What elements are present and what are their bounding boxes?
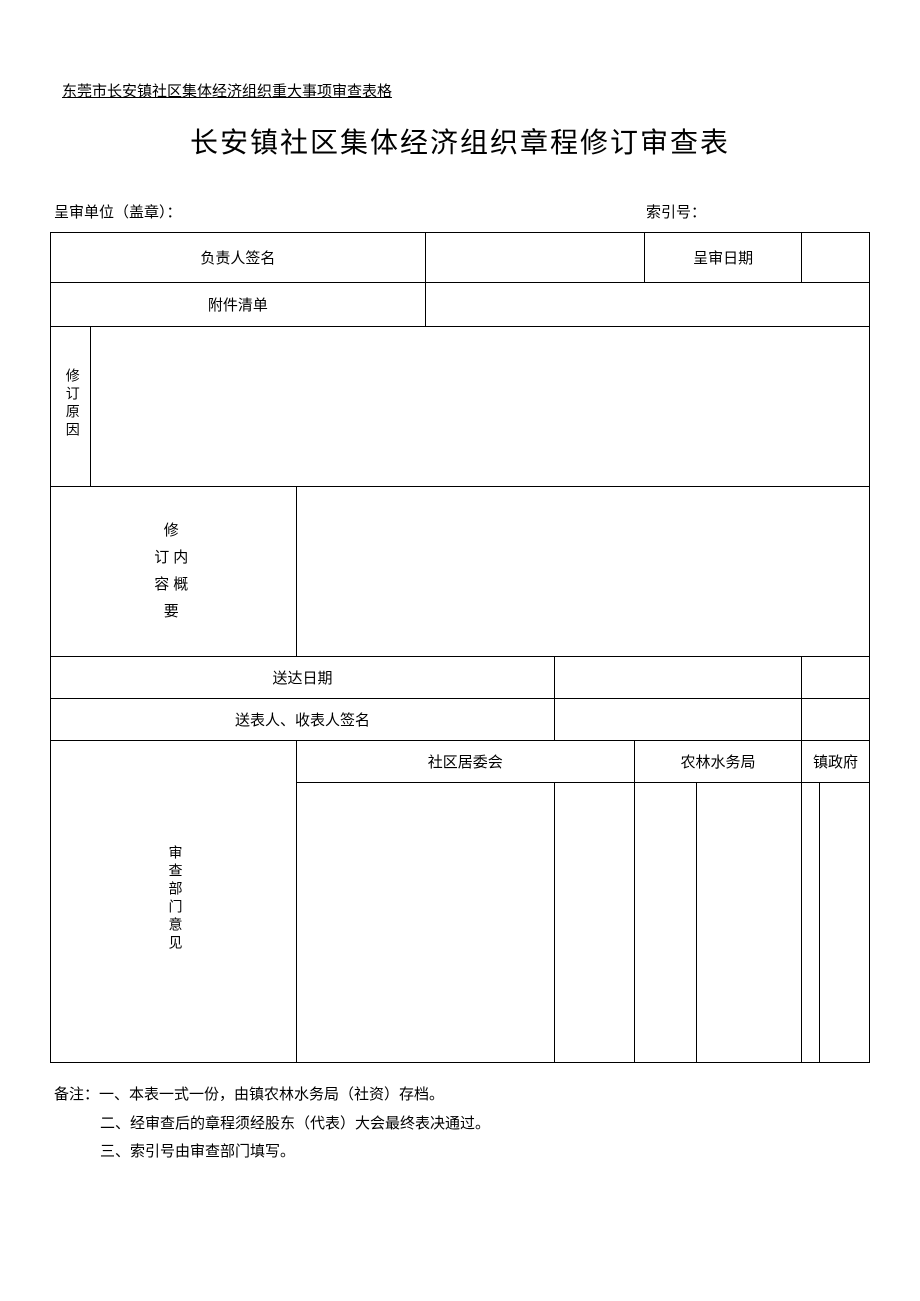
note-line-1: 一、本表一式一份，由镇农林水务局（社资）存档。 [99, 1081, 444, 1110]
document-title: 长安镇社区集体经济组织章程修订审查表 [50, 121, 870, 161]
row-deliverer-signature: 送表人、收表人签名 [51, 699, 870, 741]
submit-date-label: 呈审日期 [645, 233, 802, 283]
review-form-table: 负责人签名 呈审日期 附件清单 修订原因 修 订内 容概 要 送达日期 送表人、… [50, 232, 870, 1063]
attachments-value [425, 283, 869, 327]
note-line-3: 三、索引号由审查部门填写。 [54, 1138, 866, 1167]
notes-section: 备注： 一、本表一式一份，由镇农林水务局（社资）存档。 二、经审查后的章程须经股… [50, 1081, 870, 1167]
row-dept-header: 审查部门意见 社区居委会 农林水务局 镇政府 [51, 741, 870, 783]
note-line-2: 二、经审查后的章程须经股东（代表）大会最终表决通过。 [54, 1110, 866, 1139]
deliverer-signature-value-1 [555, 699, 802, 741]
row-delivery-date: 送达日期 [51, 657, 870, 699]
dept-community-label: 社区居委会 [296, 741, 635, 783]
delivery-date-value-1 [555, 657, 802, 699]
revision-content-value [296, 487, 870, 657]
dept-agriculture-label: 农林水务局 [635, 741, 802, 783]
signer-value [425, 233, 644, 283]
dept-community-value-2 [555, 783, 635, 1063]
submit-date-value [802, 233, 870, 283]
attachments-label: 附件清单 [51, 283, 426, 327]
dept-community-value-1 [296, 783, 555, 1063]
submitting-unit-label: 呈审单位（盖章）： [54, 201, 646, 222]
dept-government-label: 镇政府 [802, 741, 870, 783]
dept-agriculture-value-2 [697, 783, 802, 1063]
dept-government-value-1 [802, 783, 820, 1063]
revision-content-label: 修 订内 容概 要 [51, 487, 297, 657]
row-revision-content: 修 订内 容概 要 [51, 487, 870, 657]
document-header: 东莞市长安镇社区集体经济组织重大事项审查表格 [62, 80, 870, 101]
delivery-date-label: 送达日期 [51, 657, 555, 699]
signer-label: 负责人签名 [51, 233, 426, 283]
dept-agriculture-value-1 [635, 783, 697, 1063]
review-dept-label: 审查部门意见 [51, 741, 297, 1063]
delivery-date-value-2 [802, 657, 870, 699]
dept-government-value-2 [820, 783, 870, 1063]
row-revision-reason: 修订原因 [51, 327, 870, 487]
row-attachments: 附件清单 [51, 283, 870, 327]
index-number-label: 索引号： [646, 201, 866, 222]
revision-reason-value [91, 327, 870, 487]
pre-table-row: 呈审单位（盖章）： 索引号： [50, 201, 870, 222]
notes-prefix: 备注： [54, 1081, 99, 1110]
deliverer-signature-label: 送表人、收表人签名 [51, 699, 555, 741]
revision-reason-label: 修订原因 [51, 327, 91, 487]
deliverer-signature-value-2 [802, 699, 870, 741]
row-signer-date: 负责人签名 呈审日期 [51, 233, 870, 283]
